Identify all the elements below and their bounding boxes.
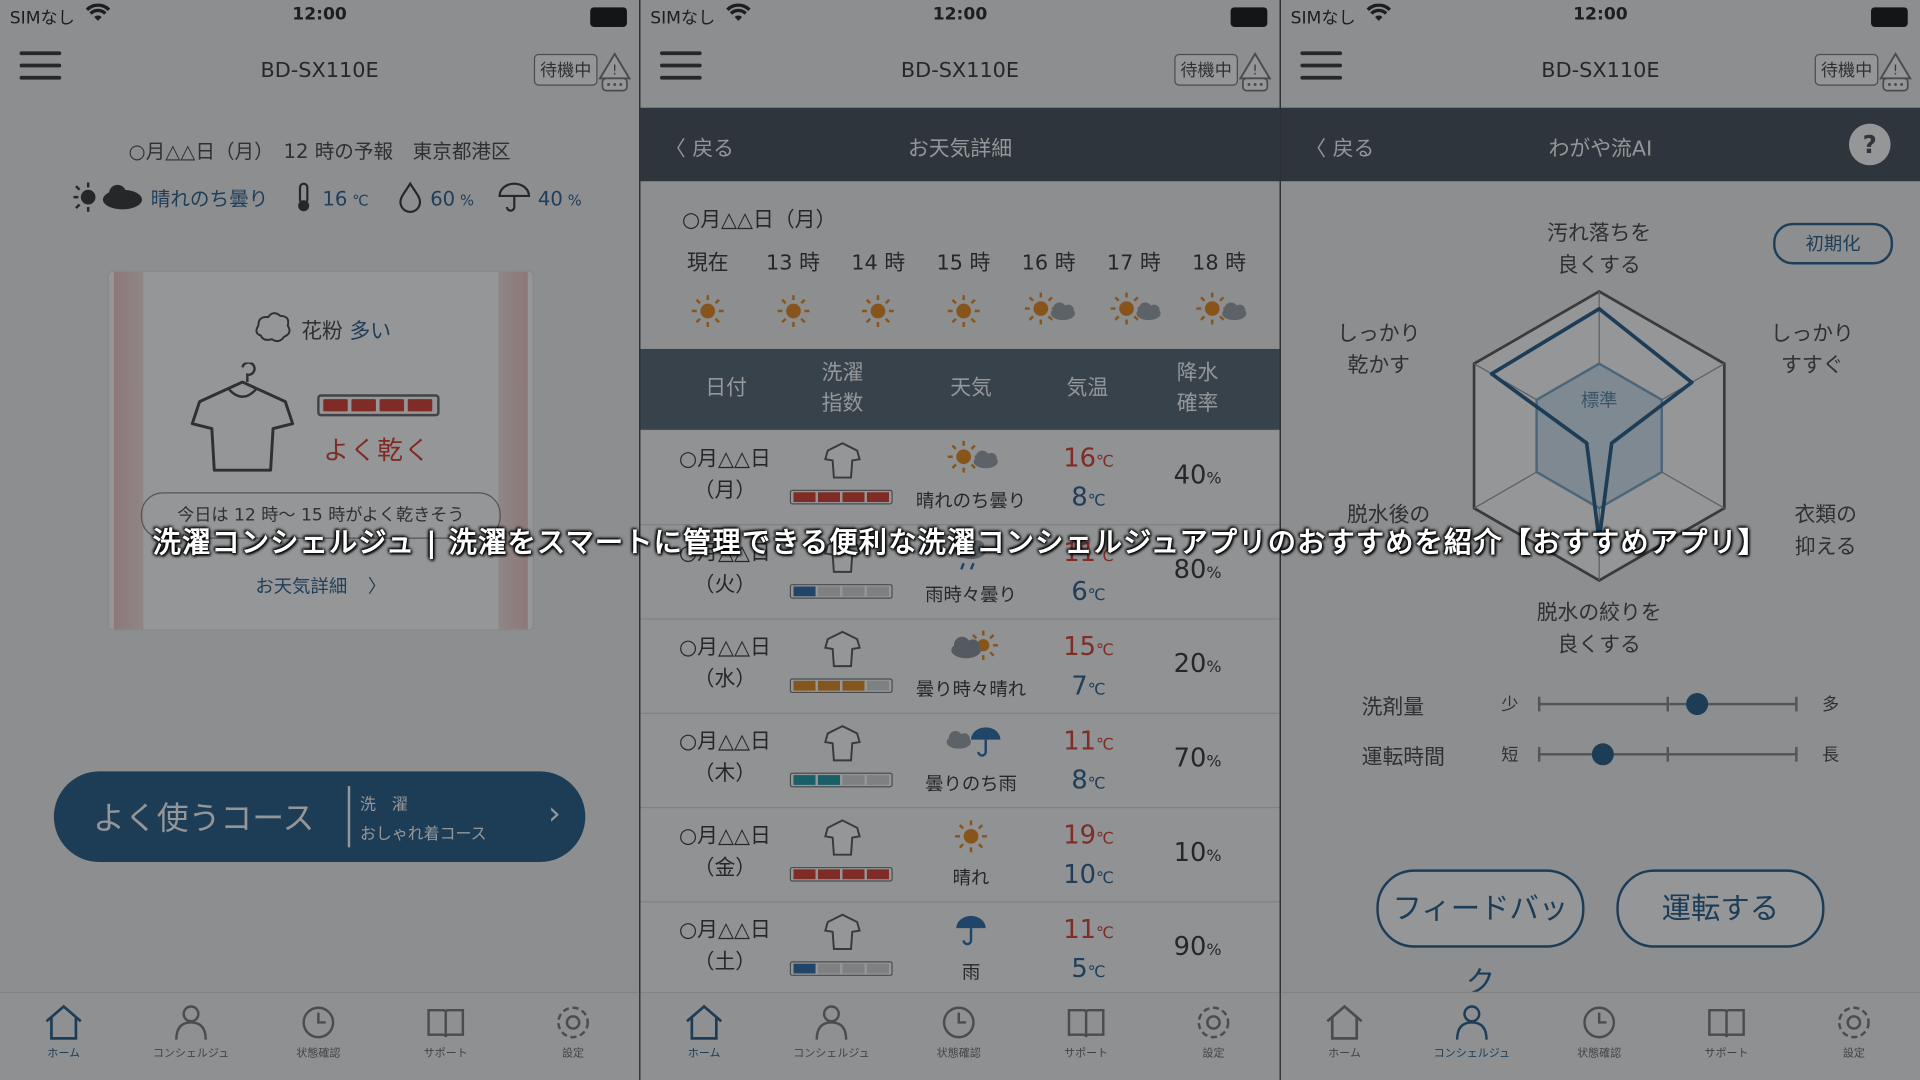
article-caption: 洗濯コンシェルジュ | 洗濯をスマートに管理できる便利な洗濯コンシェルジュアプリ… — [152, 527, 1768, 560]
screenshot-stage: SIMなし 12:00 BD-SX110E 待機中 ! ○月△△日（月） 12 … — [0, 0, 1920, 1080]
